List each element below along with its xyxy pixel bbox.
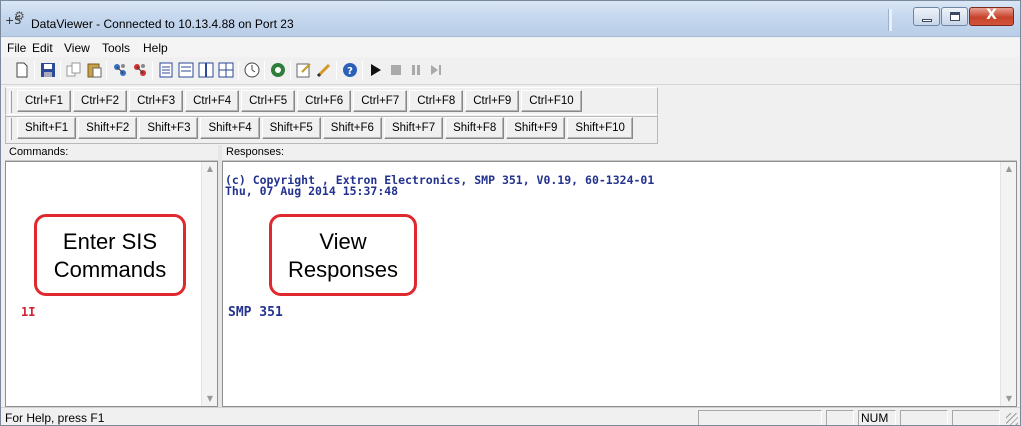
shift-f3-button[interactable]: Shift+F3 (139, 117, 199, 139)
toolbar-separator (106, 61, 107, 80)
shift-f6-button[interactable]: Shift+F6 (322, 117, 382, 139)
edit-icon[interactable] (295, 61, 313, 79)
title-bar[interactable]: ⚙ +S DataViewer - Connected to 10.13.4.8… (1, 1, 1020, 37)
ctrl-f8-button[interactable]: Ctrl+F8 (409, 90, 464, 112)
menu-edit[interactable]: Edit (32, 41, 53, 55)
ctrl-f4-button[interactable]: Ctrl+F4 (185, 90, 240, 112)
new-file-icon[interactable] (13, 61, 31, 79)
pause-icon[interactable] (407, 61, 425, 79)
ctrl-f3-button[interactable]: Ctrl+F3 (129, 90, 184, 112)
scroll-up-icon[interactable]: ▲ (1004, 164, 1014, 174)
list-icon[interactable] (157, 61, 175, 79)
toolbar-separator (152, 61, 153, 80)
scroll-up-icon[interactable]: ▲ (205, 164, 215, 174)
maximize-button[interactable] (941, 7, 968, 26)
toolbar: ? (1, 57, 1020, 85)
status-help-text: For Help, press F1 (5, 411, 105, 425)
callout-line: Responses (287, 257, 399, 282)
shift-f9-button[interactable]: Shift+F9 (506, 117, 566, 139)
toolbar-separator (238, 61, 239, 80)
shift-f1-button[interactable]: Shift+F1 (17, 117, 77, 139)
scroll-down-icon[interactable]: ▼ (205, 394, 215, 404)
window-title: DataViewer - Connected to 10.13.4.88 on … (31, 17, 294, 31)
status-panel (952, 410, 1000, 425)
ctrl-f2-button[interactable]: Ctrl+F2 (73, 90, 128, 112)
callout-line: View (319, 229, 367, 254)
toolbar-separator (290, 61, 291, 80)
status-panel (826, 410, 854, 425)
paste-icon[interactable] (85, 61, 103, 79)
toolbar-separator (34, 61, 35, 80)
scroll-down-icon[interactable]: ▼ (1004, 394, 1014, 404)
shift-f10-button[interactable]: Shift+F10 (567, 117, 633, 139)
ctrl-f9-button[interactable]: Ctrl+F9 (465, 90, 520, 112)
pencil-icon[interactable] (315, 61, 333, 79)
connect-icon[interactable] (111, 61, 129, 79)
app-icon[interactable]: ⚙ +S (5, 9, 27, 32)
gear-icon: ⚙ (14, 9, 25, 23)
command-entry: 1I (21, 305, 36, 319)
shift-f5-button[interactable]: Shift+F5 (261, 117, 321, 139)
step-icon[interactable] (427, 61, 445, 79)
menu-view[interactable]: View (64, 41, 90, 55)
resize-grip-icon[interactable] (1006, 413, 1018, 425)
copy-icon[interactable] (65, 61, 83, 79)
num-lock-indicator: NUM (858, 410, 896, 425)
play-icon[interactable] (367, 61, 385, 79)
shift-f4-button[interactable]: Shift+F4 (200, 117, 260, 139)
menu-tools[interactable]: Tools (102, 41, 130, 55)
minimize-button[interactable] (913, 7, 940, 26)
split-icon[interactable] (197, 61, 215, 79)
menu-help[interactable]: Help (143, 41, 168, 55)
status-bar: For Help, press F1 NUM (1, 407, 1020, 425)
shift-f7-button[interactable]: Shift+F7 (383, 117, 444, 139)
menu-bar: File Edit View Tools Help (1, 38, 1020, 57)
response-line: Thu, 07 Aug 2014 15:37:48 (225, 184, 399, 198)
toolbar-grip[interactable] (9, 118, 12, 140)
minimize-icon (922, 19, 932, 22)
responses-header: Responses: (222, 145, 1017, 161)
close-button[interactable]: X (969, 7, 1014, 26)
commands-scrollbar[interactable]: ▲ ▼ (201, 162, 217, 406)
responses-scrollbar[interactable]: ▲ ▼ (1000, 162, 1016, 406)
hex-icon[interactable] (177, 61, 195, 79)
window-controls: X (912, 7, 1014, 26)
shift-key-row: Shift+F1 Shift+F2 Shift+F3 Shift+F4 Shif… (17, 117, 635, 141)
svg-text:?: ? (347, 66, 353, 77)
ctrl-f7-button[interactable]: Ctrl+F7 (353, 90, 408, 112)
view-responses-callout: View Responses (269, 214, 417, 296)
callout-line: Enter SIS (62, 229, 158, 254)
grid-icon[interactable] (217, 61, 235, 79)
record-icon[interactable] (269, 61, 287, 79)
callout-line: Commands (53, 257, 167, 282)
ctrl-key-row: Ctrl+F1 Ctrl+F2 Ctrl+F3 Ctrl+F4 Ctrl+F5 … (17, 90, 584, 114)
disconnect-icon[interactable] (131, 61, 149, 79)
menu-file[interactable]: File (7, 41, 26, 55)
shift-f8-button[interactable]: Shift+F8 (445, 117, 505, 139)
toolbar-separator (362, 61, 363, 80)
response-entry: SMP 351 (228, 305, 283, 320)
dataviewer-window: ⚙ +S DataViewer - Connected to 10.13.4.8… (0, 0, 1021, 426)
toolbar-separator (336, 61, 337, 80)
maximize-icon (950, 12, 960, 21)
toolbar-grip[interactable] (9, 91, 12, 113)
close-icon: X (986, 7, 997, 23)
stop-icon[interactable] (387, 61, 405, 79)
ctrl-f6-button[interactable]: Ctrl+F6 (297, 90, 352, 112)
title-divider (888, 9, 892, 31)
status-panel (900, 410, 948, 425)
ctrl-f5-button[interactable]: Ctrl+F5 (241, 90, 296, 112)
toolbar-separator (60, 61, 61, 80)
help-icon[interactable]: ? (341, 61, 359, 79)
enter-commands-callout: Enter SIS Commands (34, 214, 186, 296)
save-icon[interactable] (39, 61, 57, 79)
ctrl-f1-button[interactable]: Ctrl+F1 (17, 90, 72, 112)
commands-header: Commands: (5, 145, 218, 161)
status-panel (698, 410, 822, 425)
ctrl-f10-button[interactable]: Ctrl+F10 (521, 90, 582, 112)
toolbar-separator (264, 61, 265, 80)
clock-icon[interactable] (243, 61, 261, 79)
shift-f2-button[interactable]: Shift+F2 (78, 117, 138, 139)
